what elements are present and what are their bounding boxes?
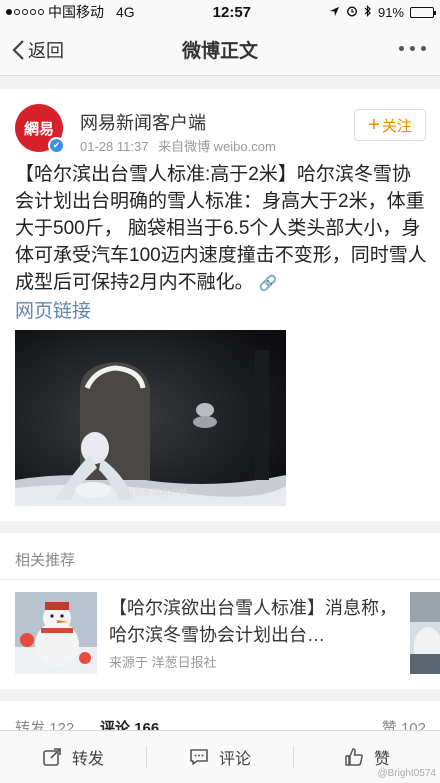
related-thumbnail[interactable] [15, 592, 97, 674]
like-label: 赞 [373, 751, 390, 768]
comment-label: 评论 [218, 751, 251, 768]
back-button[interactable]: 返回 [12, 24, 64, 76]
carrier-name: 中国移动 [48, 4, 104, 20]
author-name[interactable]: 网易新闻客户端 [80, 109, 206, 135]
related-title: 相关推荐 [15, 552, 76, 569]
comment-icon [190, 749, 208, 765]
snowman-photo [15, 330, 286, 506]
repost-button[interactable]: 转发 [0, 731, 146, 783]
post-image[interactable]: ©网易新闻客户端 [15, 330, 286, 506]
status-left: 中国移动 4G [6, 2, 135, 22]
snowman-thumbnail-image [15, 592, 97, 674]
follow-label: 关注 [381, 117, 412, 135]
status-time: 12:57 [212, 3, 252, 21]
web-link[interactable]: 网页链接 [15, 296, 91, 323]
status-bar: 中国移动 4G 12:57 91% [0, 0, 440, 24]
battery-icon [410, 6, 436, 18]
post-card: 網易 ✔ 网易新闻客户端 01-28 11:37 来自微博 weibo.com … [0, 89, 440, 521]
nav-bar: 返回 微博正文 [0, 24, 440, 76]
bluetooth-icon [364, 4, 372, 20]
alarm-icon [346, 5, 358, 20]
related-item-title[interactable]: 【哈尔滨欲出台雪人标准】消息称，哈尔滨冬雪协会计划出台… [109, 595, 399, 649]
related-card: 相关推荐 【哈尔滨欲出台雪人标准】消息称，哈尔滨冬雪协会计划出台… 来源于 洋葱… [0, 533, 440, 689]
post-body: 【哈尔滨出台雪人标准:高于2米】哈尔滨冬雪协会计划出台明确的雪人标准：身高大于2… [15, 164, 427, 293]
image-watermark: ©网易新闻客户端 [118, 488, 188, 498]
network-type: 4G [116, 4, 135, 20]
post-meta: 01-28 11:37 来自微博 weibo.com [80, 136, 276, 155]
post-source: 来自微博 weibo.com [158, 139, 276, 154]
link-icon: 🔗 [258, 275, 278, 292]
location-icon [329, 5, 340, 20]
image-credit: @Bright0574 [377, 768, 436, 779]
verified-badge-icon: ✔ [48, 137, 65, 154]
page-title: 微博正文 [181, 41, 258, 62]
post-time: 01-28 11:37 [80, 139, 149, 154]
repost-label: 转发 [71, 751, 104, 768]
divider [0, 579, 440, 580]
plus-icon: + [368, 114, 380, 136]
back-label: 返回 [28, 41, 64, 61]
bottom-toolbar: 转发 评论 赞 @Bright0574 [0, 730, 440, 783]
related-item-source: 来源于 洋葱日报社 [109, 655, 217, 670]
post-text: 【哈尔滨出台雪人标准:高于2米】哈尔滨冬雪协会计划出台明确的雪人标准：身高大于2… [15, 161, 427, 297]
thumbs-up-icon [345, 748, 363, 766]
comment-button[interactable]: 评论 [147, 731, 293, 783]
chevron-left-icon [12, 40, 24, 60]
next-thumbnail-image [410, 592, 440, 674]
follow-button[interactable]: + 关注 [354, 109, 426, 141]
signal-strength-icon [6, 9, 44, 15]
more-options-icon[interactable] [399, 46, 426, 51]
related-thumbnail-2[interactable] [410, 592, 440, 674]
status-right: 91% [329, 4, 436, 20]
battery-percent: 91% [377, 4, 404, 20]
repost-icon [43, 748, 61, 766]
